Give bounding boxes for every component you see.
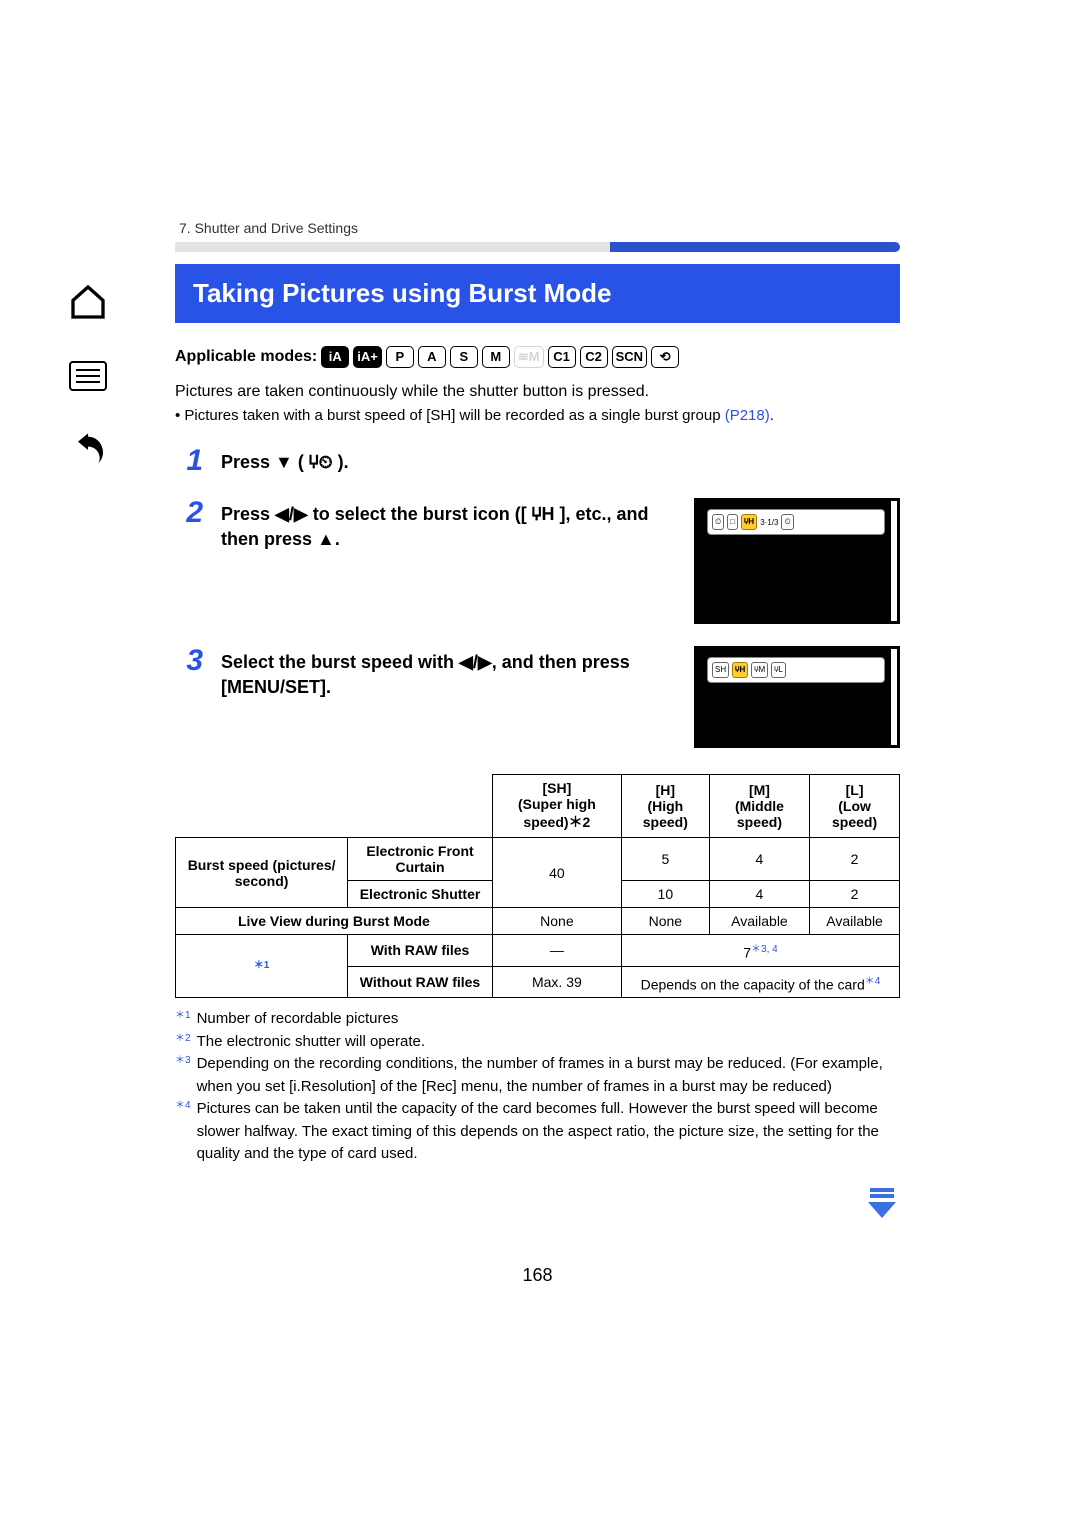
intro-text: Pictures are taken continuously while th… bbox=[175, 383, 900, 401]
mode-creative: ⟲ bbox=[651, 346, 679, 368]
mode-p: P bbox=[386, 346, 414, 368]
step-2-preview: ⏲ □ 🝘H 3·1/3 ⏲ bbox=[694, 498, 900, 624]
p1-e: ⏲ bbox=[781, 514, 793, 530]
page-title: Taking Pictures using Burst Mode bbox=[175, 264, 900, 323]
th-m: [M](Middle speed) bbox=[709, 775, 809, 838]
intro-sub-post: . bbox=[770, 407, 774, 424]
mode-m: M bbox=[482, 346, 510, 368]
applicable-label: Applicable modes: bbox=[175, 345, 317, 369]
step-2-text: Press ◀/▶ to select the burst icon ([ 🝘H… bbox=[221, 498, 676, 624]
note2: The electronic shutter will operate. bbox=[197, 1031, 425, 1054]
h-efc: 5 bbox=[621, 838, 709, 881]
step-1-text: Press ▼ ( 🝘⏲ ). bbox=[221, 446, 900, 476]
sidebar bbox=[0, 0, 175, 1526]
h-es: 10 bbox=[621, 881, 709, 908]
mode-iaplus: iA+ bbox=[353, 346, 382, 368]
intro-sub-pre: • Pictures taken with a burst speed of [… bbox=[175, 407, 725, 424]
row-star1: ＊1 bbox=[176, 935, 348, 998]
note3: Depending on the recording conditions, t… bbox=[197, 1053, 900, 1098]
row-live: Live View during Burst Mode bbox=[176, 908, 493, 935]
spec-table: [SH](Super high speed)＊2 [H](High speed)… bbox=[175, 774, 900, 998]
p1-a: ⏲ bbox=[712, 514, 724, 530]
step-2-num: 2 bbox=[175, 498, 203, 624]
p2-b: 🝘H bbox=[732, 662, 748, 678]
row-burst: Burst speed (pictures/ second) bbox=[176, 838, 348, 908]
step-3-text: Select the burst speed with ◀/▶, and the… bbox=[221, 646, 676, 748]
mode-ia: iA bbox=[321, 346, 349, 368]
mode-scn: SCN bbox=[612, 346, 647, 368]
raw-hml: 7＊3, 4 bbox=[621, 935, 899, 967]
p2-d: 🝘L bbox=[771, 662, 786, 678]
live-h: None bbox=[621, 908, 709, 935]
th-l: [L](Low speed) bbox=[810, 775, 900, 838]
note4-lbl: ＊4 bbox=[175, 1098, 191, 1166]
raw-sh: — bbox=[492, 935, 621, 967]
noraw-hml: Depends on the capacity of the card＊4 bbox=[621, 966, 899, 998]
mode-movie: ≋M bbox=[514, 346, 544, 368]
page-number: 168 bbox=[175, 1265, 900, 1286]
footnotes: ＊1 Number of recordable pictures ＊2 The el… bbox=[175, 1008, 900, 1166]
live-l: Available bbox=[810, 908, 900, 935]
live-m: Available bbox=[709, 908, 809, 935]
th-h: [H](High speed) bbox=[621, 775, 709, 838]
note1: Number of recordable pictures bbox=[197, 1008, 399, 1031]
row-es: Electronic Shutter bbox=[348, 881, 493, 908]
p1-c: 🝘H bbox=[741, 514, 757, 530]
note1-lbl: ＊1 bbox=[175, 1008, 191, 1031]
mode-s: S bbox=[450, 346, 478, 368]
step-1-num: 1 bbox=[175, 446, 203, 476]
th-sh: [SH](Super high speed)＊2 bbox=[492, 775, 621, 838]
step-3: 3 Select the burst speed with ◀/▶, and t… bbox=[175, 646, 900, 748]
mode-c1: C1 bbox=[548, 346, 576, 368]
p2-a: SH bbox=[712, 662, 729, 678]
step-2: 2 Press ◀/▶ to select the burst icon ([ … bbox=[175, 498, 900, 624]
note2-lbl: ＊2 bbox=[175, 1031, 191, 1054]
link-p218[interactable]: (P218) bbox=[725, 407, 770, 424]
row-withoutraw: Without RAW files bbox=[348, 966, 493, 998]
mode-a: A bbox=[418, 346, 446, 368]
home-icon[interactable] bbox=[66, 280, 110, 324]
m-es: 4 bbox=[709, 881, 809, 908]
step-3-num: 3 bbox=[175, 646, 203, 748]
l-efc: 2 bbox=[810, 838, 900, 881]
row-efc: Electronic Front Curtain bbox=[348, 838, 493, 881]
row-withraw: With RAW files bbox=[348, 935, 493, 967]
note3-lbl: ＊3 bbox=[175, 1053, 191, 1098]
p2-c: 🝘M bbox=[751, 662, 768, 678]
note4: Pictures can be taken until the capacity… bbox=[197, 1098, 900, 1166]
step-1: 1 Press ▼ ( 🝘⏲ ). bbox=[175, 446, 900, 476]
mode-c2: C2 bbox=[580, 346, 608, 368]
step-3-preview: SH 🝘H 🝘M 🝘L bbox=[694, 646, 900, 748]
breadcrumb-text: 7. Shutter and Drive Settings bbox=[175, 220, 358, 236]
p1-b: □ bbox=[727, 514, 738, 530]
breadcrumb: 7. Shutter and Drive Settings bbox=[175, 220, 900, 250]
next-page-icon[interactable] bbox=[175, 1184, 900, 1225]
p1-d: 3·1/3 bbox=[760, 518, 778, 527]
intro-sub: • Pictures taken with a burst speed of [… bbox=[175, 407, 900, 424]
m-efc: 4 bbox=[709, 838, 809, 881]
l-es: 2 bbox=[810, 881, 900, 908]
back-icon[interactable] bbox=[66, 428, 110, 472]
sh-burst: 40 bbox=[492, 838, 621, 908]
noraw-sh: Max. 39 bbox=[492, 966, 621, 998]
list-icon[interactable] bbox=[66, 354, 110, 398]
applicable-modes: Applicable modes: iA iA+ P A S M ≋M C1 C… bbox=[175, 345, 900, 369]
live-sh: None bbox=[492, 908, 621, 935]
